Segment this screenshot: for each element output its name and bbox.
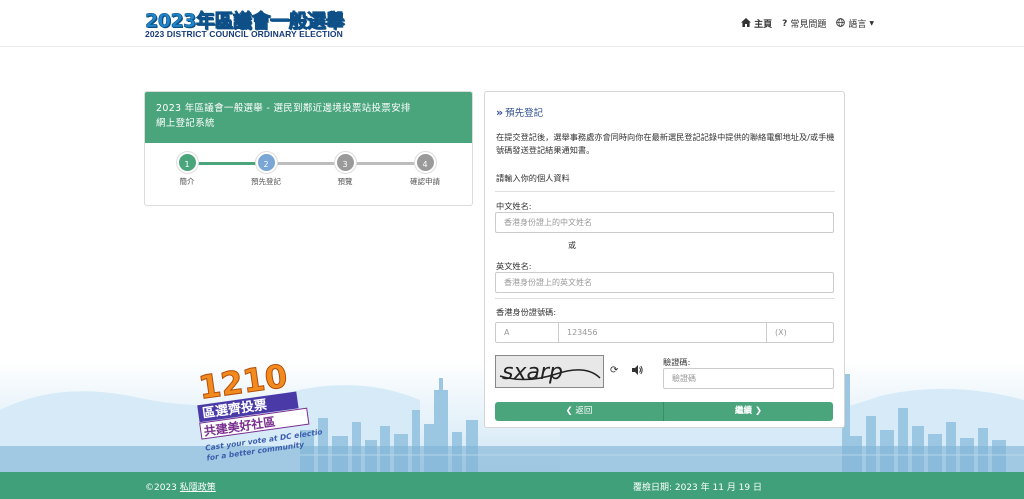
nav-language-label: 語言 [848,20,867,30]
back-button-label: 返回 [575,406,593,416]
step-2-number: 2 [255,152,277,173]
hkid-label: 香港身份證號碼: [496,307,557,317]
section-label: 請輸入你的個人資料 [496,173,570,183]
or-text: 或 [568,241,576,250]
nav-home-label: 主頁 [754,20,773,30]
nav-home[interactable]: 主頁 [741,17,772,30]
step-3-label: 預覽 [337,177,353,186]
step-2-label: 預先登記 [251,177,281,186]
continue-button-label: 繼續 [734,406,752,416]
chinese-name-label: 中文姓名: [496,201,532,211]
captcha-label: 驗證碼: [663,357,691,367]
step-3: 3 預覽 [315,152,375,187]
double-chevron-right-icon: » [496,105,503,119]
home-icon [741,17,752,30]
globe-icon [836,17,846,30]
nav-faq-label: 常見問題 [790,20,827,30]
step-1-label: 簡介 [179,177,195,186]
site-footer: ©2023 私隱政策 覆檢日期: 2023 年 11 月 19 日 [0,472,1024,499]
hkid-check-digit-input[interactable]: (X) [766,322,834,343]
registration-form: » 預先登記 在提交登記後，選舉事務處亦會同時向你在最新選民登記記錄中提供的聯絡… [484,91,845,428]
divider [495,298,835,299]
privacy-policy-link[interactable]: 私隱政策 [180,483,216,493]
step-1-number: 1 [176,152,198,173]
promo-badge: 1210 區選齊投票 共建美好社區 Cast your vote at DC e… [193,356,329,472]
captcha-text: sxarp [502,360,563,385]
continue-button[interactable]: 繼續 ❯ [664,402,833,421]
step-4-label: 確認申請 [410,177,440,186]
english-name-label: 英文姓名: [496,261,532,271]
step-indicator: 1 簡介 2 預先登記 3 預覽 4 確認申請 [145,143,472,206]
step-1: 1 簡介 [157,152,217,187]
system-title-line2: 網上登記系統 [156,118,215,129]
step-2: 2 預先登記 [236,152,296,187]
refresh-icon[interactable]: ⟳ [610,365,618,376]
chevron-down-icon: ▼ [869,20,874,27]
top-nav: 主頁 ? 常見問題 語言 ▼ [741,17,874,30]
chevron-right-icon: ❯ [754,406,763,416]
chinese-name-input[interactable]: 香港身份證上的中文姓名 [495,212,834,233]
intro-text: 在提交登記後，選舉事務處亦會同時向你在最新選民登記記錄中提供的聯絡電郵地址及/或… [496,132,835,155]
step-3-number: 3 [334,152,356,173]
question-icon: ? [782,18,788,29]
step-4-number: 4 [414,152,436,173]
english-name-input[interactable]: 香港身份證上的英文姓名 [495,272,834,293]
nav-faq[interactable]: ? 常見問題 [782,17,827,31]
footer-copyright: ©2023 私隱政策 [145,480,216,493]
back-button[interactable]: ❮ 返回 [495,402,664,421]
speaker-icon[interactable] [632,365,643,378]
site-header: 2023年區議會一般選舉 2023 DISTRICT COUNCIL ORDIN… [0,0,1024,47]
revised-date: 覆檢日期: 2023 年 11 月 19 日 [632,483,762,493]
form-heading: » 預先登記 [496,105,544,120]
hkid-prefix-input[interactable]: A [495,322,559,343]
chevron-left-icon: ❮ [565,406,573,416]
step-4: 4 確認申請 [395,152,455,187]
hkid-number-input[interactable]: 123456 [558,322,767,343]
copyright-text: ©2023 [145,483,177,493]
form-heading-text: 預先登記 [505,108,544,119]
captcha-input[interactable]: 驗證碼 [663,368,834,389]
divider [495,191,835,192]
captcha-image: sxarp [495,355,604,388]
nav-language[interactable]: 語言 ▼ [836,17,874,30]
logo-subtitle[interactable]: 2023 DISTRICT COUNCIL ORDINARY ELECTION [145,29,343,39]
system-title: 2023 年區議會一般選舉 - 選民到鄰近邊境投票站投票安排 網上登記系統 [145,92,472,143]
progress-panel: 2023 年區議會一般選舉 - 選民到鄰近邊境投票站投票安排 網上登記系統 1 … [144,91,473,206]
system-title-line1: 2023 年區議會一般選舉 - 選民到鄰近邊境投票站投票安排 [156,103,411,114]
